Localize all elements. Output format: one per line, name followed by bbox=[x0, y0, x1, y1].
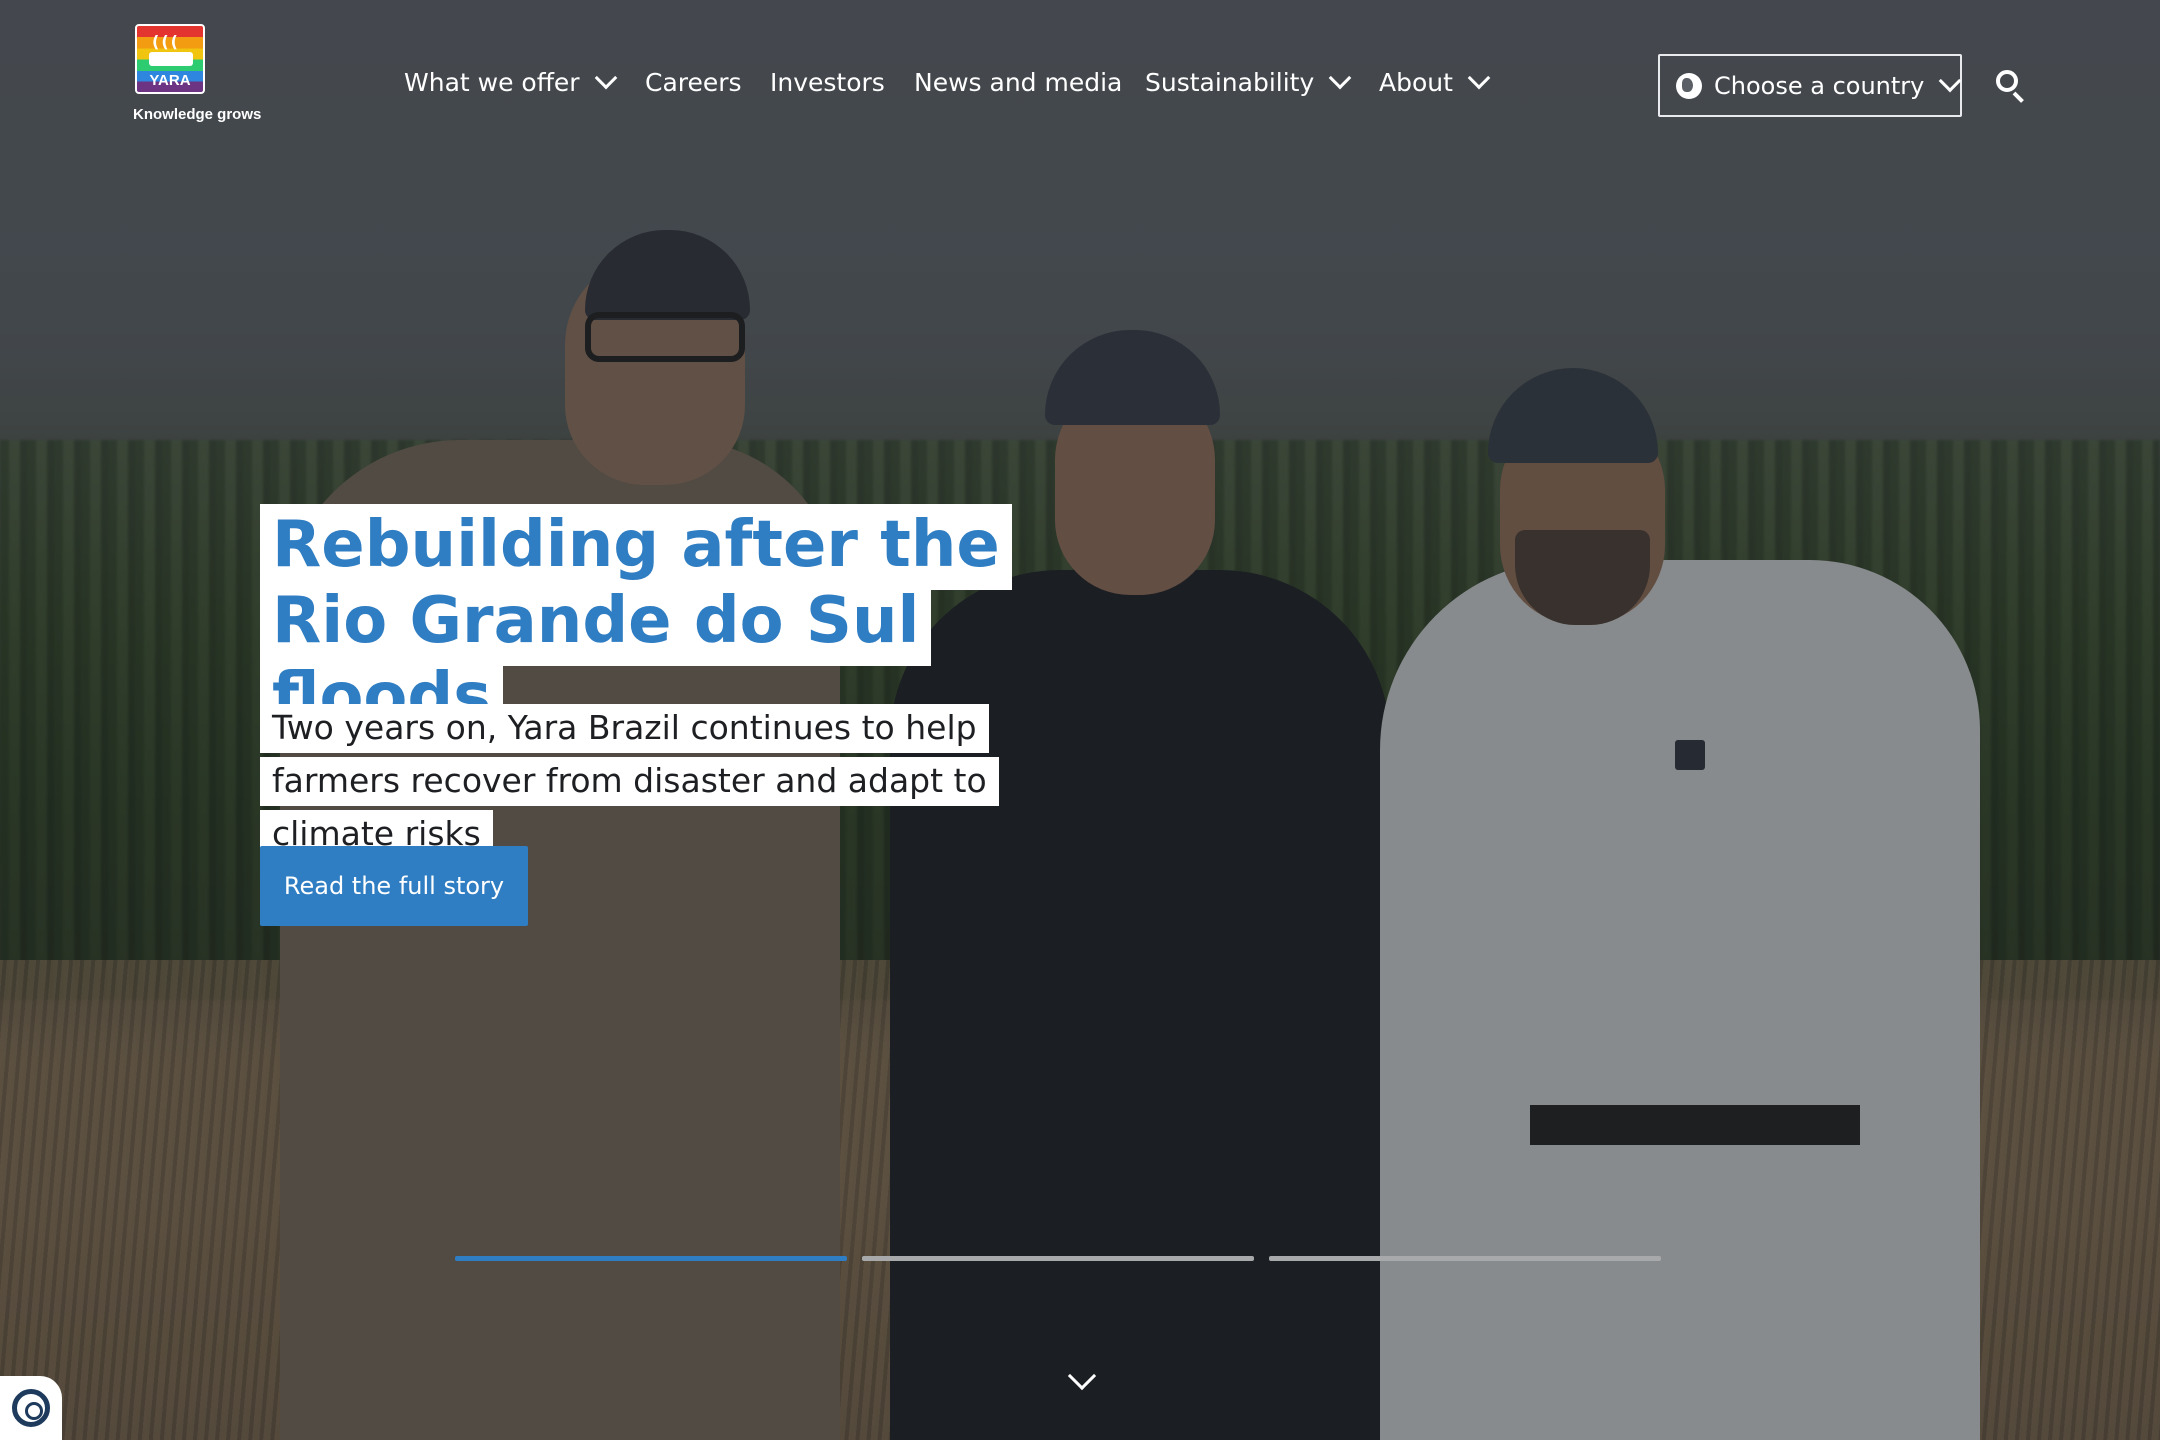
logo-tagline: Knowledge grows bbox=[133, 106, 262, 123]
country-selector[interactable]: Choose a country bbox=[1658, 54, 1962, 117]
chevron-down-icon bbox=[594, 66, 617, 89]
nav-label: About bbox=[1379, 68, 1453, 97]
logo-waves-icon: ((( bbox=[152, 32, 180, 51]
hero-subheadline-text: Two years on, Yara Brazil continues to h… bbox=[260, 704, 999, 859]
read-full-story-button[interactable]: Read the full story bbox=[260, 846, 528, 926]
hero-subheadline: Two years on, Yara Brazil continues to h… bbox=[260, 701, 1080, 860]
search-icon-handle bbox=[2012, 91, 2024, 103]
chevron-down-icon bbox=[1467, 66, 1491, 89]
accessibility-widget-button[interactable] bbox=[0, 1376, 62, 1440]
nav-label: Careers bbox=[645, 68, 742, 97]
carousel-indicator-1[interactable] bbox=[455, 1256, 847, 1261]
accessibility-icon bbox=[12, 1389, 50, 1427]
logo-mark: ((( YARA bbox=[135, 24, 205, 94]
search-icon-ring bbox=[1996, 70, 2018, 92]
yara-logo[interactable]: ((( YARA Knowledge grows bbox=[133, 24, 273, 123]
nav-label: Sustainability bbox=[1145, 68, 1315, 97]
nav-careers[interactable]: Careers bbox=[645, 68, 742, 97]
search-icon[interactable] bbox=[1996, 70, 2026, 103]
logo-ship-icon bbox=[149, 52, 193, 66]
nav-news-and-media[interactable]: News and media bbox=[914, 68, 1122, 97]
nav-investors[interactable]: Investors bbox=[770, 68, 885, 97]
nav-label: Investors bbox=[770, 68, 885, 97]
chevron-down-icon bbox=[1939, 69, 1962, 92]
nav-sustainability[interactable]: Sustainability bbox=[1145, 66, 1352, 97]
chevron-down-icon bbox=[1328, 66, 1352, 89]
globe-icon bbox=[1676, 72, 1702, 99]
nav-label: News and media bbox=[914, 68, 1123, 97]
country-selector-label: Choose a country bbox=[1714, 71, 1925, 100]
carousel-indicator-3[interactable] bbox=[1269, 1256, 1661, 1261]
nav-label: What we offer bbox=[404, 68, 580, 97]
site-header: ((( YARA Knowledge grows What we offer C… bbox=[0, 0, 2160, 170]
carousel-indicator-2[interactable] bbox=[862, 1256, 1254, 1261]
nav-about[interactable]: About bbox=[1379, 66, 1491, 97]
logo-brand-text: YARA bbox=[149, 72, 191, 89]
nav-what-we-offer[interactable]: What we offer bbox=[404, 66, 617, 97]
